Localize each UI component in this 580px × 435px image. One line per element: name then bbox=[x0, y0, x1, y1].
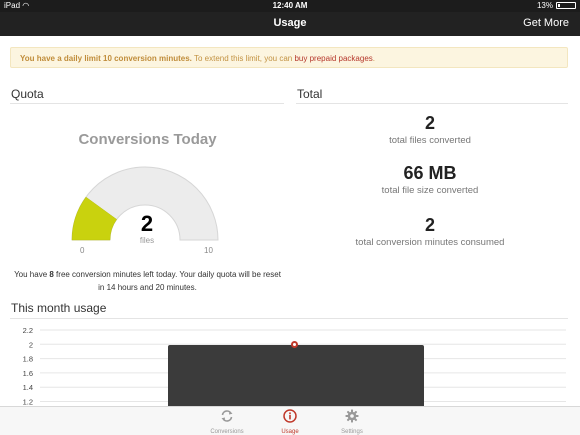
y-tick-label: 2.2 bbox=[23, 326, 33, 335]
y-tick-label: 1.8 bbox=[23, 355, 33, 364]
daily-limit-alert: You have a daily limit 10 conversion min… bbox=[10, 47, 568, 68]
buy-packages-link[interactable]: buy prepaid packages bbox=[294, 54, 372, 63]
alert-text: To extend this limit, you can bbox=[191, 54, 295, 63]
status-bar: iPad ◠ 12:40 AM 13% bbox=[0, 0, 580, 12]
total-size-label: total file size converted bbox=[381, 185, 479, 196]
tab-conversions[interactable]: Conversions bbox=[197, 409, 257, 435]
month-divider bbox=[10, 318, 568, 319]
total-size-value: 66 MB bbox=[403, 163, 457, 183]
gauge-max-label: 10 bbox=[204, 246, 213, 255]
total-size-stat: 66 MB total file size converted bbox=[296, 163, 564, 196]
total-minutes-label: total conversion minutes consumed bbox=[355, 237, 505, 248]
month-section-title: This month usage bbox=[11, 301, 107, 315]
info-icon bbox=[283, 409, 297, 423]
battery-icon bbox=[556, 2, 576, 9]
total-files-label: total files converted bbox=[389, 135, 471, 146]
quota-description: You have 8 free conversion minutes left … bbox=[10, 268, 285, 294]
get-more-button[interactable]: Get More bbox=[523, 17, 569, 29]
gauge-title: Conversions Today bbox=[78, 131, 217, 148]
y-tick-label: 1.4 bbox=[23, 383, 33, 392]
gauge-unit: files bbox=[139, 236, 155, 245]
battery-status: 13% bbox=[537, 1, 576, 10]
navigation-bar: Usage Get More bbox=[0, 12, 580, 36]
tab-bar: Conversions Usage Settings bbox=[0, 406, 580, 435]
tab-usage-label: Usage bbox=[281, 429, 299, 435]
quota-section-title: Quota bbox=[11, 87, 44, 101]
refresh-icon bbox=[221, 410, 233, 422]
quota-divider bbox=[10, 103, 284, 104]
quota-text-post: free conversion minutes left today. Your… bbox=[53, 270, 281, 279]
alert-end: . bbox=[372, 54, 375, 63]
alert-bold-text: You have a daily limit 10 conversion min… bbox=[20, 54, 192, 63]
tab-usage[interactable]: Usage bbox=[260, 409, 320, 435]
page-title: Usage bbox=[273, 17, 307, 29]
gear-icon bbox=[345, 409, 359, 423]
gauge-min-label: 0 bbox=[80, 246, 85, 255]
quota-reset-text: in 14 hours and 20 minutes. bbox=[98, 283, 197, 292]
y-tick-label: 1.6 bbox=[23, 369, 33, 378]
total-divider bbox=[296, 103, 568, 104]
chart-tooltip bbox=[168, 345, 424, 415]
tab-settings[interactable]: Settings bbox=[322, 409, 382, 435]
total-minutes-stat: 2 total conversion minutes consumed bbox=[296, 215, 564, 248]
total-section-title: Total bbox=[297, 87, 323, 101]
chart-data-point[interactable] bbox=[291, 341, 298, 348]
tab-settings-label: Settings bbox=[341, 429, 363, 435]
total-files-stat: 2 total files converted bbox=[296, 113, 564, 146]
y-tick-label: 2 bbox=[29, 340, 33, 349]
clock: 12:40 AM bbox=[272, 1, 308, 10]
total-minutes-value: 2 bbox=[424, 215, 435, 235]
tab-conversions-label: Conversions bbox=[210, 429, 244, 435]
gauge-value: 2 bbox=[140, 211, 154, 236]
total-files-value: 2 bbox=[424, 113, 435, 133]
battery-percent: 13% bbox=[536, 1, 553, 10]
quota-text-pre: You have bbox=[14, 270, 50, 279]
